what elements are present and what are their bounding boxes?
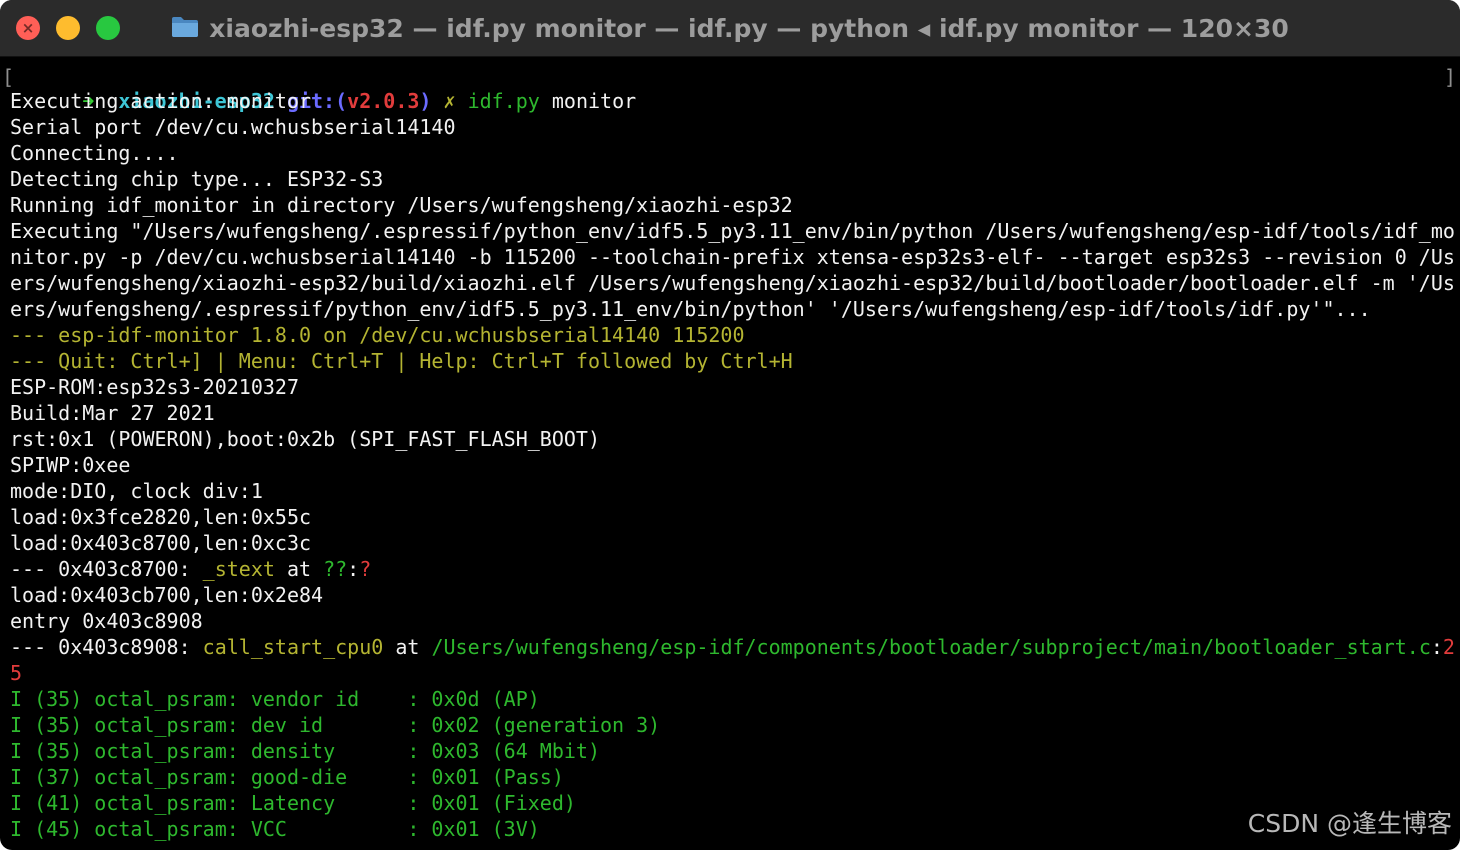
terminal-line: I (35) octal_psram: dev id : 0x02 (gener… <box>10 712 660 738</box>
terminal-text: Serial port /dev/cu.wchusbserial14140 <box>10 115 456 139</box>
terminal-text: at <box>274 557 324 581</box>
terminal-text: Connecting.... <box>10 141 179 165</box>
terminal-output[interactable]: [ ] ➜ xiaozhi-esp32 git:(v2.0.3) ✗ idf.p… <box>0 62 1460 850</box>
terminal-line: I (35) octal_psram: density : 0x03 (64 M… <box>10 738 600 764</box>
terminal-text: I (35) octal_psram: vendor id : 0x0d (AP… <box>10 687 540 711</box>
terminal-text: I (45) octal_psram: VCC : 0x01 (3V) <box>10 817 540 841</box>
terminal-text: 2 <box>1442 635 1455 659</box>
terminal-line: I (35) octal_psram: vendor id : 0x0d (AP… <box>10 686 540 712</box>
prompt-git-close: ) <box>419 89 432 113</box>
terminal-line: --- esp-idf-monitor 1.8.0 on /dev/cu.wch… <box>10 322 745 348</box>
terminal-line: Connecting.... <box>10 140 179 166</box>
terminal-text: call_start_cpu0 <box>202 635 384 659</box>
terminal-line: 5 <box>10 660 22 686</box>
terminal-line: I (37) octal_psram: good-die : 0x01 (Pas… <box>10 764 564 790</box>
terminal-text: --- Quit: Ctrl+] | Menu: Ctrl+T | Help: … <box>10 349 793 373</box>
terminal-text: ? <box>359 557 372 581</box>
terminal-line: load:0x403cb700,len:0x2e84 <box>10 582 323 608</box>
prompt-arg: monitor <box>551 89 637 113</box>
terminal-line: Serial port /dev/cu.wchusbserial14140 <box>10 114 456 140</box>
terminal-line: entry 0x403c8908 <box>10 608 203 634</box>
terminal-line: I (45) octal_psram: VCC : 0x01 (3V) <box>10 816 540 842</box>
terminal-line: I (41) octal_psram: Latency : 0x01 (Fixe… <box>10 790 576 816</box>
terminal-line: --- 0x403c8700: _stext at ??:? <box>10 556 371 582</box>
terminal-line: Detecting chip type... ESP32-S3 <box>10 166 383 192</box>
terminal-text: load:0x403cb700,len:0x2e84 <box>10 583 324 607</box>
terminal-text: at <box>383 635 432 659</box>
terminal-text: 5 <box>10 661 23 685</box>
terminal-line: Executing "/Users/wufengsheng/.espressif… <box>10 218 1455 244</box>
terminal-window: × xiaozhi-esp32 — idf.py monitor — idf.p… <box>0 0 1460 850</box>
prompt-branch: v2.0.3 <box>347 89 420 113</box>
terminal-text: rst:0x1 (POWERON),boot:0x2b (SPI_FAST_FL… <box>10 427 601 451</box>
terminal-text: Detecting chip type... ESP32-S3 <box>10 167 384 191</box>
terminal-text: I (35) octal_psram: dev id : 0x02 (gener… <box>10 713 661 737</box>
prompt-line: ➜ xiaozhi-esp32 git:(v2.0.3) ✗ idf.py mo… <box>10 62 636 113</box>
terminal-text: --- esp-idf-monitor 1.8.0 on /dev/cu.wch… <box>10 323 745 347</box>
window-title: xiaozhi-esp32 — idf.py monitor — idf.py … <box>0 0 1460 56</box>
terminal-text: Executing "/Users/wufengsheng/.espressif… <box>10 219 1455 243</box>
terminal-text: mode:DIO, clock div:1 <box>10 479 263 503</box>
terminal-text: ESP-ROM:esp32s3-20210327 <box>10 375 299 399</box>
terminal-text: _stext <box>202 557 275 581</box>
terminal-text: /Users/wufengsheng/esp-idf/components/bo… <box>431 635 1431 659</box>
terminal-text: nitor.py -p /dev/cu.wchusbserial14140 -b… <box>10 245 1455 269</box>
window-title-text: xiaozhi-esp32 — idf.py monitor — idf.py … <box>209 13 1289 43</box>
terminal-text: : <box>347 557 360 581</box>
terminal-text: --- 0x403c8908: <box>10 635 203 659</box>
terminal-line: --- Quit: Ctrl+] | Menu: Ctrl+T | Help: … <box>10 348 793 374</box>
terminal-line: load:0x3fce2820,len:0x55c <box>10 504 311 530</box>
terminal-text: I (37) octal_psram: good-die : 0x01 (Pas… <box>10 765 564 789</box>
terminal-line: mode:DIO, clock div:1 <box>10 478 263 504</box>
terminal-line: SPIWP:0xee <box>10 452 130 478</box>
right-bracket-marker: ] <box>1443 65 1456 89</box>
terminal-text: entry 0x403c8908 <box>10 609 203 633</box>
prompt-command: idf.py <box>467 89 540 113</box>
terminal-text: ers/wufengsheng/.espressif/python_env/id… <box>10 297 1371 321</box>
terminal-text: Build:Mar 27 2021 <box>10 401 215 425</box>
terminal-line: ers/wufengsheng/xiaozhi-esp32/build/xiao… <box>10 270 1455 296</box>
terminal-line: ESP-ROM:esp32s3-20210327 <box>10 374 299 400</box>
terminal-line: ers/wufengsheng/.espressif/python_env/id… <box>10 296 1371 322</box>
terminal-line: Build:Mar 27 2021 <box>10 400 215 426</box>
terminal-text: load:0x3fce2820,len:0x55c <box>10 505 312 529</box>
terminal-line: rst:0x1 (POWERON),boot:0x2b (SPI_FAST_FL… <box>10 426 600 452</box>
csdn-watermark: CSDN @逢生博客 <box>1247 809 1452 838</box>
terminal-text: I (35) octal_psram: density : 0x03 (64 M… <box>10 739 601 763</box>
title-bar[interactable]: × xiaozhi-esp32 — idf.py monitor — idf.p… <box>0 0 1460 57</box>
terminal-line: Executing action: monitor <box>10 88 311 114</box>
terminal-line: Running idf_monitor in directory /Users/… <box>10 192 793 218</box>
terminal-text: I (41) octal_psram: Latency : 0x01 (Fixe… <box>10 791 576 815</box>
folder-icon <box>172 17 199 37</box>
terminal-line: nitor.py -p /dev/cu.wchusbserial14140 -b… <box>10 244 1455 270</box>
terminal-line: --- 0x403c8908: call_start_cpu0 at /User… <box>10 634 1455 660</box>
terminal-text: : <box>1430 635 1443 659</box>
terminal-text: --- 0x403c8700: <box>10 557 203 581</box>
terminal-text: ers/wufengsheng/xiaozhi-esp32/build/xiao… <box>10 271 1455 295</box>
terminal-text: ?? <box>323 557 348 581</box>
terminal-text: load:0x403c8700,len:0xc3c <box>10 531 312 555</box>
terminal-text: SPIWP:0xee <box>10 453 131 477</box>
terminal-text: Executing action: monitor <box>10 89 312 113</box>
terminal-text: Running idf_monitor in directory /Users/… <box>10 193 793 217</box>
terminal-line: load:0x403c8700,len:0xc3c <box>10 530 311 556</box>
prompt-dirty: ✗ <box>443 89 456 113</box>
